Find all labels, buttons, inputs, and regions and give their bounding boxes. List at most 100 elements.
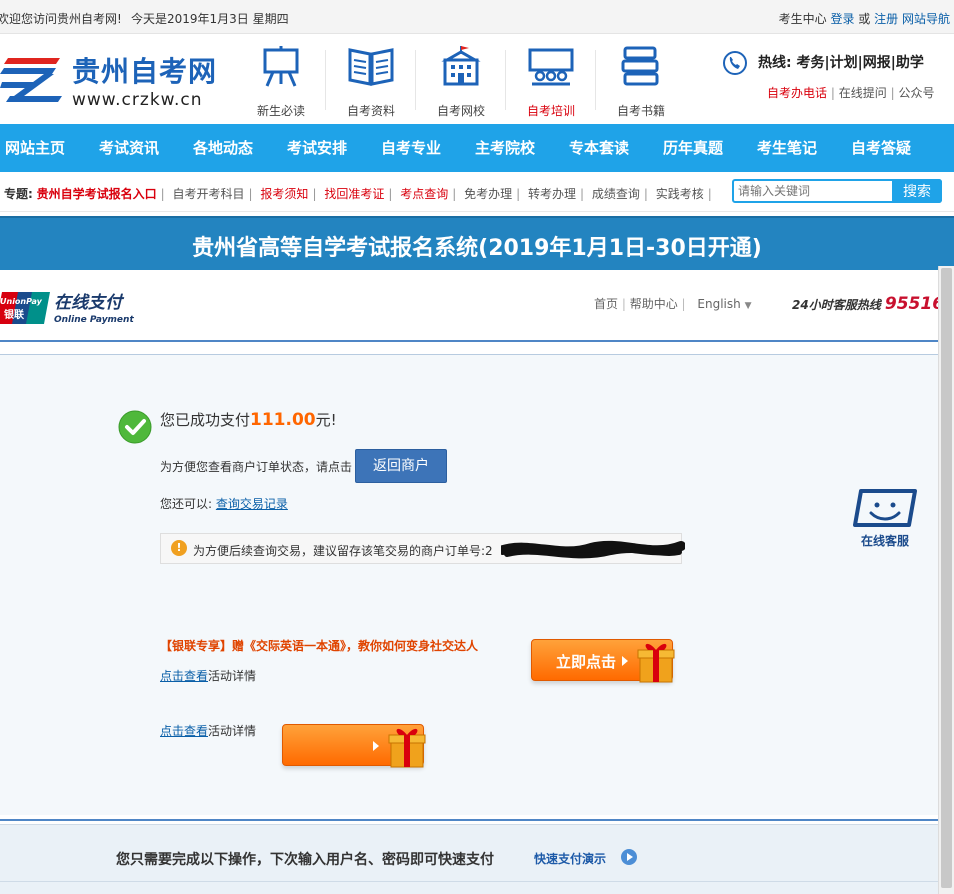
also-label: 您还可以: [160,497,213,511]
success-message: 您已成功支付111.00元! [160,409,337,430]
vertical-scrollbar[interactable] [938,266,954,894]
success-pre: 您已成功支付 [160,411,251,429]
search-input[interactable] [738,182,892,200]
banner-title: 贵州省高等自学考试报名系统(2019年1月1日-30日开通) [192,236,762,261]
main-nav-item-majors[interactable]: 自考专业 [381,124,441,172]
order-number: 2 [485,544,493,558]
unionpay-cn-text: 银联 [4,308,24,321]
click-now-button[interactable]: 立即点击 [531,639,675,683]
topics-list: 专题: 贵州自学考试报名入口 | 自考开考科目 | 报考须知 | 找回准考证 | 考点查… [4,187,712,201]
topic-link[interactable]: 成绩查询 [592,187,640,201]
quick-nav-item-materials[interactable]: 自考资料 [326,44,416,118]
register-link[interactable]: 注册 [874,12,898,26]
top-links: 考生中心 登录 或 注册 网站导航 [779,10,950,27]
topic-link[interactable]: 实践考核 [656,187,704,201]
main-nav-item-colleges[interactable]: 主考院校 [475,124,535,172]
quick-nav-label: 自考书籍 [616,104,665,118]
info-icon: ! [171,540,187,556]
footer-bottom-line [0,881,938,882]
pay-hotline-number: 95516 [884,294,945,314]
logo-mark-icon [0,58,62,102]
quick-nav-item-training[interactable]: 自考培训 [506,44,596,118]
wechat-link[interactable]: 公众号 [898,86,934,100]
promo-detail-label: 活动详情 [208,669,257,683]
login-link[interactable]: 登录 [830,12,854,26]
quick-nav-item-freshman[interactable]: 新生必读 [236,44,326,118]
arrow-icon [622,656,628,666]
scrollbar-thumb[interactable] [941,268,952,888]
unionpay-logo[interactable]: UnionPay 银联 在线支付 Online Payment [0,288,140,328]
payment-nav: 首页 | 帮助中心 | English ▼ [594,297,752,311]
hotline-label: 热线: [758,55,792,71]
tip-label: 为方便后续查询交易，建议留存该笔交易的商户订单号: [193,544,486,558]
promo-view-link[interactable]: 点击查看 [160,669,208,683]
promo-view-link[interactable]: 点击查看 [160,724,208,738]
date-text: 今天是2019年1月3日 星期四 [131,12,289,26]
classroom-icon [528,48,574,86]
topics-lead: 专题: [4,187,33,201]
play-icon[interactable] [621,849,637,865]
quick-nav-label: 自考网校 [436,104,485,118]
top-strip: 欢迎您访问贵州自考网! 今天是2019年1月3日 星期四 考生中心 登录 或 注… [0,0,954,34]
main-nav-item-schedule[interactable]: 考试安排 [287,124,347,172]
online-service-widget[interactable]: 在线客服 [850,487,920,548]
main-nav-item-past-exams[interactable]: 历年真题 [663,124,723,172]
topic-link[interactable]: 考点查询 [400,187,448,201]
site-nav-link[interactable]: 网站导航 [902,12,950,26]
paid-amount: 111.00 [250,410,316,430]
quick-nav-item-books[interactable]: 自考书籍 [596,44,686,118]
unionpay-en-text: UnionPay [0,297,43,306]
main-nav-item-local[interactable]: 各地动态 [193,124,253,172]
topic-link[interactable]: 找回准考证 [324,187,384,201]
office-phone-link[interactable]: 自考办电话 [767,86,827,100]
back-to-merchant-button[interactable]: 返回商户 [355,449,447,483]
topic-link[interactable]: 贵州自学考试报名入口 [37,187,157,201]
main-nav-item-news[interactable]: 考试资讯 [99,124,159,172]
online-service-label: 在线客服 [860,534,909,548]
topic-link[interactable]: 转考办理 [528,187,576,201]
welcome-text: 欢迎您访问贵州自考网! [0,12,122,26]
topics-bar: 专题: 贵州自学考试报名入口 | 自考开考科目 | 报考须知 | 找回准考证 | 考点查… [0,172,954,212]
online-ask-link[interactable]: 在线提问 [839,86,887,100]
gift-icon [388,728,426,768]
promo-blank-button[interactable] [282,724,426,768]
main-nav-item-home[interactable]: 网站主页 [5,124,65,172]
language-select[interactable]: English ▼ [697,297,751,311]
logo-name: 贵州自考网 [72,55,218,88]
hotline-items: 考务|计划|网报|助学 [796,55,924,71]
pay-help-link[interactable]: 帮助中心 [630,297,678,311]
user-center-label: 考生中心 [778,12,827,26]
view-order-text: 为方便您查看商户订单状态，请点击 [160,460,353,474]
search-button[interactable]: 搜索 [892,179,942,203]
success-check-icon [118,410,152,444]
promo-detail-row: 点击查看活动详情 [160,722,256,739]
phone-icon [723,51,747,75]
book-icon [348,48,394,86]
site-logo[interactable]: 贵州自考网 www.crzkw.cn [0,48,220,112]
quick-nav-item-online-school[interactable]: 自考网校 [416,44,506,118]
quick-pay-text: 您只需要完成以下操作，下次输入用户名、密码即可快速支付 [116,852,494,868]
main-nav-item-notes[interactable]: 考生笔记 [757,124,817,172]
query-transactions-link[interactable]: 查询交易记录 [216,497,288,511]
promo-title: 【银联专享】赠《交际英语一本通》，教你如何变身社交达人 [160,639,479,653]
payment-header: UnionPay 银联 在线支付 Online Payment 首页 | 帮助中… [0,270,944,355]
or-label: 或 [858,12,871,26]
quick-pay-demo-link[interactable]: 快速支付演示 [534,850,606,867]
success-post: 元! [315,411,337,429]
pay-home-link[interactable]: 首页 [594,297,618,311]
registration-banner: 贵州省高等自学考试报名系统(2019年1月1日-30日开通) [0,216,954,270]
main-nav-item-dual-degree[interactable]: 专本套读 [569,124,629,172]
language-label: English [697,297,741,311]
payment-frame: UnionPay 银联 在线支付 Online Payment 首页 | 帮助中… [0,270,944,894]
tip-text: 为方便后续查询交易，建议留存该笔交易的商户订单号:2 [193,542,493,559]
topic-link[interactable]: 报考须知 [260,187,308,201]
books-icon [621,46,659,86]
promo-detail-row: 点击查看活动详情 [160,667,256,684]
easel-icon [263,46,299,87]
topic-link[interactable]: 自考开考科目 [173,187,245,201]
hotline-text: 热线: 考务|计划|网报|助学 [758,52,924,72]
main-nav-item-qa[interactable]: 自考答疑 [851,124,911,172]
arrow-icon [373,741,379,751]
topic-link[interactable]: 免考办理 [464,187,512,201]
site-header: 贵州自考网 www.crzkw.cn 新生必读 自考资料 自考网校 自考培训 自… [0,34,954,124]
